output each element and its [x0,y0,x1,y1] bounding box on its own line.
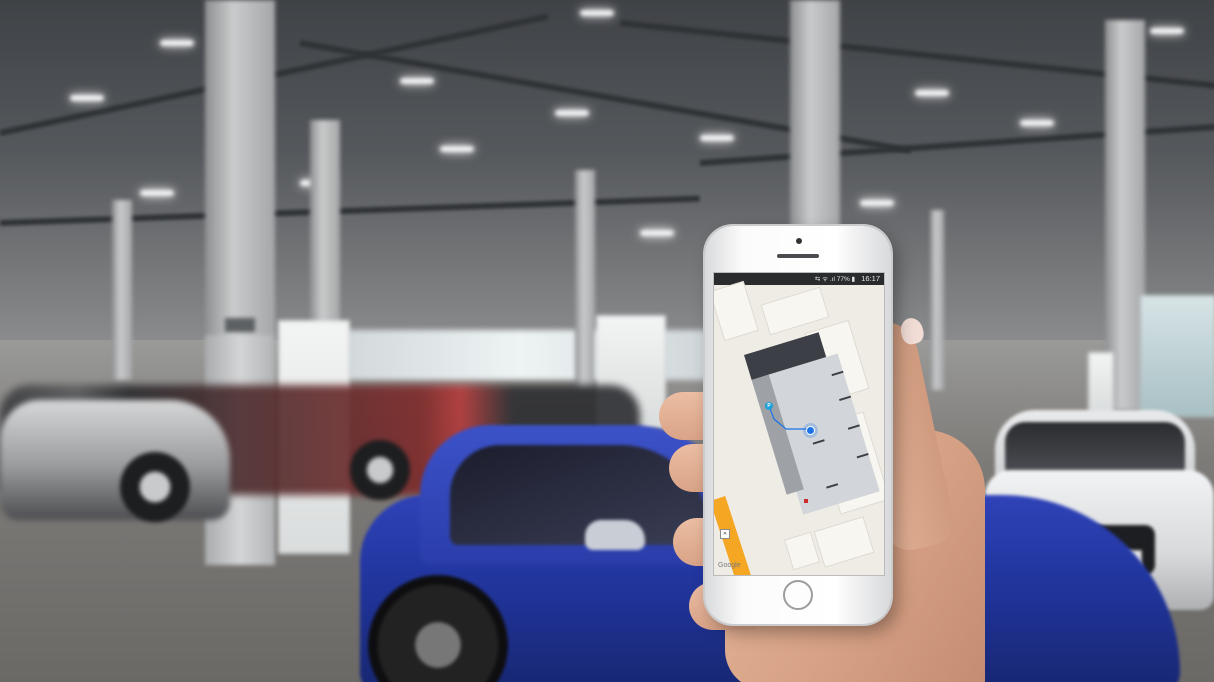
ceiling-light [860,200,894,206]
phone-screen: ⇆ ᯤ .ıl 77% ▮ 16:17 P ✕ Google [713,272,885,576]
road-sign-icon: ✕ [720,529,730,539]
current-location-icon [806,426,815,435]
ceiling-light [555,110,589,116]
red-marker-icon [804,499,808,503]
ceiling-light [70,95,104,101]
side-mirror [585,520,645,550]
ceiling-light [140,190,174,196]
home-button[interactable] [783,580,813,610]
ceiling-light [160,40,194,46]
parking-badge-icon[interactable]: P [765,402,773,410]
ceiling-light [440,146,474,152]
status-icons: ⇆ ᯤ .ıl 77% ▮ [814,276,856,283]
map-attribution: Google [718,562,741,569]
ceiling-light [700,135,734,141]
smartphone: ⇆ ᯤ .ıl 77% ▮ 16:17 P ✕ Google [705,226,891,624]
pillar [310,120,340,340]
earpiece-speaker [777,254,819,258]
front-camera [796,238,802,244]
ceiling-light [1150,28,1184,34]
ceiling-light [580,10,614,16]
ceiling-light [915,90,949,96]
info-sign [1088,352,1114,414]
silver-car [0,400,230,520]
pillar [575,170,595,390]
ceiling-light [400,78,434,84]
status-time: 16:17 [861,274,880,283]
parking-garage-scene: ⇆ ᯤ .ıl 77% ▮ 16:17 P ✕ Google [0,0,1214,682]
indoor-map[interactable]: P ✕ Google [714,280,884,575]
glass-panel [1140,295,1214,417]
ceiling-light [640,230,674,236]
car-wheel [120,452,190,522]
pillar-tag [224,318,256,332]
navigation-route [768,405,808,430]
ceiling-light [1020,120,1054,126]
pillar [112,200,132,380]
ceiling [0,0,1214,340]
